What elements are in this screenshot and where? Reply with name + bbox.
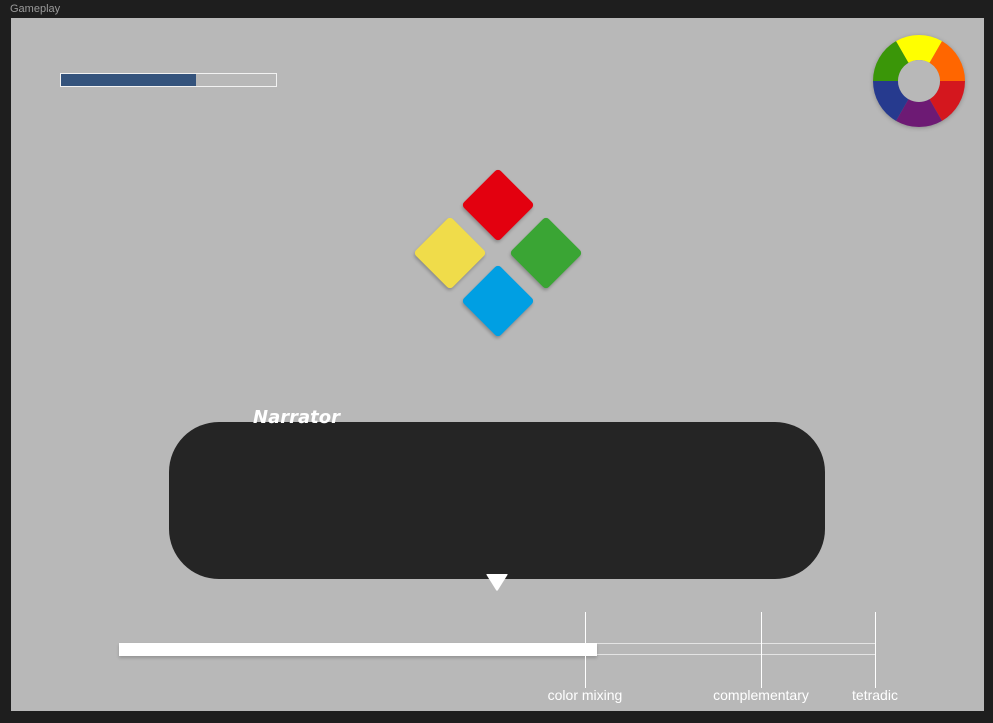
game-canvas: Narrator color mixing complementary tetrad… <box>11 18 984 711</box>
green-gem-button[interactable] <box>509 216 583 290</box>
milestone-marker <box>875 612 876 688</box>
color-wheel-icon <box>873 35 965 127</box>
health-bar-fill <box>61 74 197 86</box>
dialog-box <box>169 422 825 579</box>
triangle-down-icon[interactable] <box>485 572 509 594</box>
color-gem-cluster <box>403 158 593 348</box>
progress-fill <box>119 643 597 656</box>
frame-title: Gameplay <box>10 3 61 15</box>
milestone-marker <box>585 612 586 688</box>
milestone-label: complementary <box>713 687 809 703</box>
health-bar <box>60 73 277 87</box>
milestone-marker <box>761 612 762 688</box>
milestone-label: color mixing <box>547 687 623 703</box>
yellow-gem-button[interactable] <box>413 216 487 290</box>
wheel-hub <box>898 60 940 102</box>
red-gem-button[interactable] <box>461 168 535 242</box>
blue-gem-button[interactable] <box>461 264 535 338</box>
milestone-label: tetradic <box>852 687 898 703</box>
speaker-name: Narrator <box>253 407 340 428</box>
